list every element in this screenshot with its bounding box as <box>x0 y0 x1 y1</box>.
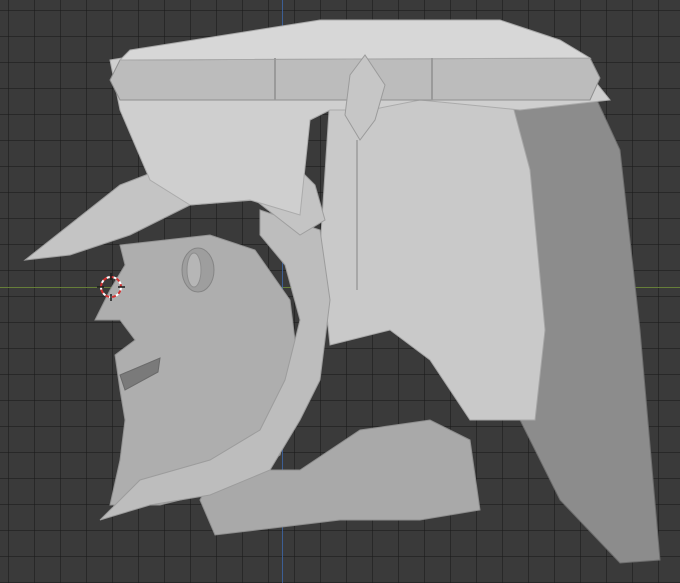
eye-lid <box>186 252 202 288</box>
helmet-drape <box>319 94 546 421</box>
headband-top-rim <box>118 19 592 61</box>
3d-viewport[interactable] <box>0 0 680 583</box>
3d-cursor-icon[interactable] <box>97 273 125 301</box>
